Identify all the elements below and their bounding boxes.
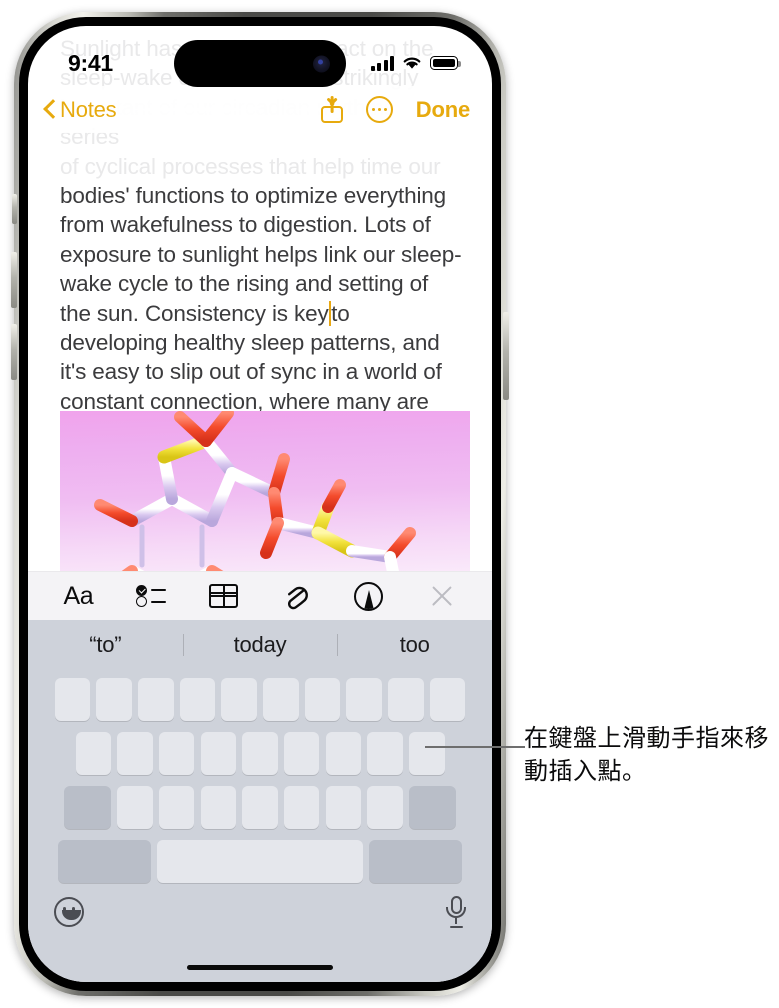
key[interactable] bbox=[75, 732, 111, 775]
navigation-bar: Notes Done bbox=[28, 86, 492, 133]
key[interactable] bbox=[304, 678, 341, 721]
key[interactable] bbox=[325, 786, 362, 829]
table-icon bbox=[209, 584, 239, 608]
iphone-device-frame: Sunlight has a profound impact on the sl… bbox=[11, 12, 509, 996]
predictive-text-bar: “to” today too bbox=[28, 620, 492, 669]
note-faded-line-3: of cyclical processes that help time our bbox=[60, 153, 441, 179]
key[interactable] bbox=[117, 732, 153, 775]
phone-screen: Sunlight has a profound impact on the sl… bbox=[28, 26, 492, 982]
front-camera-icon bbox=[313, 55, 330, 72]
checklist-icon bbox=[135, 585, 166, 607]
checklist-button[interactable] bbox=[127, 576, 175, 616]
keyboard-row-1 bbox=[28, 678, 492, 721]
shift-key[interactable] bbox=[64, 786, 111, 829]
editor-toolbar: Aa bbox=[28, 571, 492, 620]
markup-button[interactable] bbox=[345, 576, 393, 616]
format-text-button[interactable]: Aa bbox=[54, 576, 102, 616]
paperclip-icon bbox=[283, 581, 309, 611]
key[interactable] bbox=[117, 786, 153, 829]
key[interactable] bbox=[429, 678, 466, 721]
attachment-button[interactable] bbox=[272, 576, 320, 616]
keyboard-row-2 bbox=[28, 732, 492, 775]
delete-key[interactable] bbox=[409, 786, 456, 829]
key[interactable] bbox=[96, 678, 132, 721]
callout-leader-line bbox=[425, 746, 525, 748]
key[interactable] bbox=[346, 678, 382, 721]
dynamic-island bbox=[174, 40, 346, 87]
key[interactable] bbox=[283, 732, 320, 775]
back-button-label: Notes bbox=[60, 96, 117, 122]
note-text-before-caret: bodies' functions to optimize everything… bbox=[60, 183, 462, 326]
key[interactable] bbox=[242, 786, 278, 829]
suggestion-1[interactable]: today bbox=[182, 632, 338, 658]
key[interactable] bbox=[283, 786, 320, 829]
suggestion-0[interactable]: “to” bbox=[28, 632, 183, 658]
key[interactable] bbox=[54, 678, 91, 721]
key[interactable] bbox=[158, 732, 195, 775]
key[interactable] bbox=[367, 786, 403, 829]
numbers-key[interactable] bbox=[57, 840, 151, 883]
key[interactable] bbox=[409, 732, 445, 775]
onscreen-keyboard[interactable] bbox=[28, 669, 492, 982]
keyboard-row-3 bbox=[28, 786, 492, 829]
callout-text: 在鍵盤上滑動手指來移動插入點。 bbox=[524, 724, 769, 785]
key[interactable] bbox=[367, 732, 403, 775]
volume-down-button[interactable] bbox=[11, 324, 17, 380]
power-button[interactable] bbox=[503, 312, 509, 400]
key[interactable] bbox=[200, 732, 237, 775]
microphone-icon[interactable] bbox=[446, 896, 466, 928]
key[interactable] bbox=[388, 678, 424, 721]
emoji-icon[interactable] bbox=[54, 897, 84, 927]
key[interactable] bbox=[179, 678, 216, 721]
volume-up-button[interactable] bbox=[11, 252, 17, 308]
home-indicator[interactable] bbox=[187, 964, 333, 970]
nav-actions: Done bbox=[320, 96, 470, 123]
format-text-label: Aa bbox=[63, 581, 94, 610]
close-icon bbox=[429, 583, 455, 609]
key[interactable] bbox=[221, 678, 257, 721]
markup-pen-icon bbox=[354, 581, 384, 611]
key[interactable] bbox=[158, 786, 195, 829]
key[interactable] bbox=[325, 732, 362, 775]
molecule-graphic bbox=[94, 411, 416, 583]
back-to-notes-button[interactable]: Notes bbox=[44, 96, 117, 123]
done-button[interactable]: Done bbox=[416, 97, 470, 123]
space-key[interactable] bbox=[157, 840, 363, 883]
key[interactable] bbox=[242, 732, 278, 775]
return-key[interactable] bbox=[369, 840, 463, 883]
molecule-image[interactable] bbox=[60, 411, 470, 583]
keyboard-row-4 bbox=[28, 840, 492, 883]
key[interactable] bbox=[263, 678, 299, 721]
share-icon[interactable] bbox=[320, 96, 343, 123]
close-toolbar-button[interactable] bbox=[418, 576, 466, 616]
key[interactable] bbox=[138, 678, 174, 721]
screenshot-root: Sunlight has a profound impact on the sl… bbox=[0, 0, 779, 1008]
silent-switch[interactable] bbox=[12, 194, 17, 224]
device-bezel: Sunlight has a profound impact on the sl… bbox=[19, 17, 501, 991]
table-button[interactable] bbox=[200, 576, 248, 616]
keyboard-bottom-row bbox=[28, 883, 492, 928]
key[interactable] bbox=[200, 786, 237, 829]
chevron-left-icon bbox=[44, 100, 55, 119]
more-ellipsis-icon[interactable] bbox=[365, 96, 393, 123]
suggestion-2[interactable]: too bbox=[337, 632, 492, 658]
